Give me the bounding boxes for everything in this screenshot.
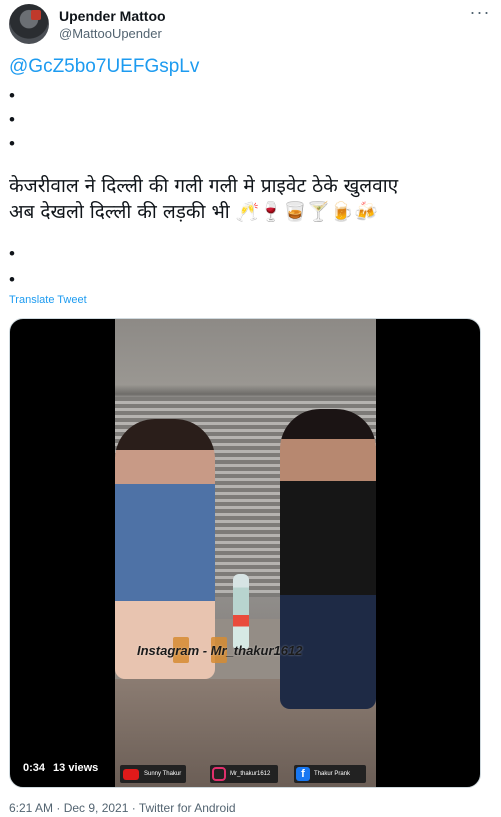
- facebook-tag: f Thakur Prank: [294, 765, 366, 783]
- youtube-icon: [123, 769, 139, 780]
- translate-tweet-link[interactable]: Translate Tweet: [9, 294, 87, 306]
- video-stats: 0:34 13 views: [23, 762, 106, 774]
- bullet: •: [9, 86, 15, 105]
- video-player[interactable]: Instagram - Mr_thakur1612 Sunny Thakur M…: [9, 318, 481, 788]
- tweet-text: केजरीवाल ने दिल्ली की गली गली मे प्राइवे…: [9, 175, 399, 223]
- bullet: •: [9, 244, 15, 263]
- tweet-timestamp[interactable]: 6:21 AM · Dec 9, 2021 · Twitter for Andr…: [9, 801, 236, 815]
- mention-link[interactable]: @GcZ5bo7UEFGspLv: [9, 56, 199, 78]
- bullet: •: [9, 270, 15, 289]
- video-views: 13 views: [53, 762, 99, 774]
- more-icon[interactable]: ···: [468, 3, 492, 24]
- video-frame[interactable]: Instagram - Mr_thakur1612: [115, 319, 376, 787]
- video-duration: 0:34: [23, 762, 46, 774]
- video-watermark: Instagram - Mr_thakur1612: [137, 643, 303, 658]
- instagram-icon: [212, 767, 226, 781]
- person-left: [115, 419, 215, 679]
- youtube-tag: Sunny Thakur: [120, 765, 186, 783]
- avatar-badge: [31, 10, 41, 20]
- bullet: •: [9, 134, 15, 153]
- instagram-tag: Mr_thakur1612: [210, 765, 278, 783]
- bottle: [233, 574, 249, 649]
- avatar[interactable]: [9, 4, 49, 44]
- user-handle[interactable]: @MattooUpender: [59, 26, 162, 41]
- facebook-icon: f: [296, 767, 310, 781]
- person-right: [280, 409, 376, 709]
- bullet: •: [9, 110, 15, 129]
- user-name[interactable]: Upender Mattoo: [59, 8, 166, 24]
- tweet-header: Upender Mattoo @MattooUpender ···: [9, 3, 492, 46]
